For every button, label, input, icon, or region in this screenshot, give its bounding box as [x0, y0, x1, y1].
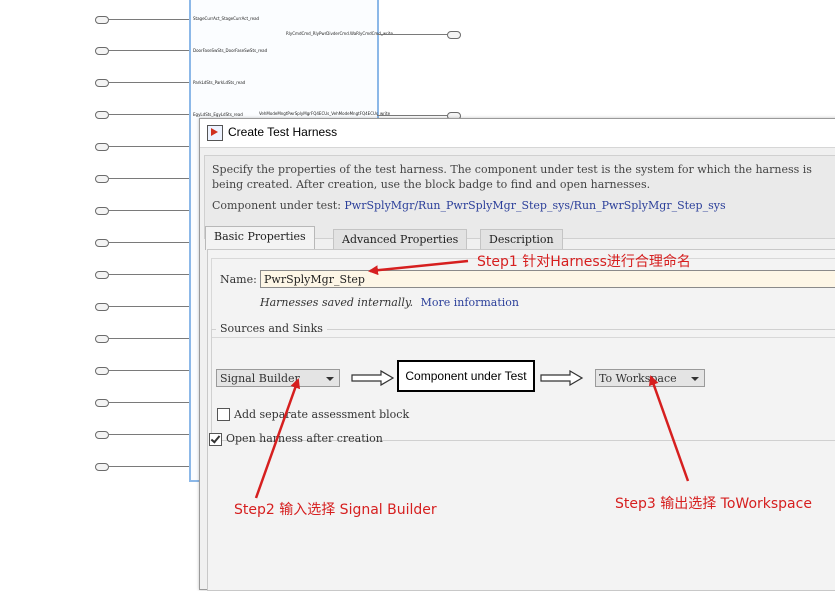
inport-block[interactable]: [95, 303, 109, 311]
signal-line: [109, 242, 191, 243]
open-after-creation-label: Open harness after creation: [226, 432, 383, 445]
signal-line: [109, 19, 191, 20]
step2-annotation: Step2 输入选择 Signal Builder: [234, 502, 437, 518]
signal-line: [109, 434, 191, 435]
dialog-title: Create Test Harness: [228, 125, 338, 139]
signal-line: [109, 210, 191, 211]
harness-name-input[interactable]: PwrSplyMgr_Step: [260, 270, 835, 288]
sources-sinks-group: Sources and Sinks Signal Builder Compone…: [211, 322, 835, 441]
inport-block[interactable]: [95, 271, 109, 279]
signal-line: [109, 402, 191, 403]
step3-annotation: Step3 输出选择 ToWorkspace: [615, 496, 812, 512]
inport-block[interactable]: [95, 207, 109, 215]
signal-line: [109, 338, 191, 339]
signal-line: [109, 82, 191, 83]
signal-line: [377, 115, 447, 116]
inport-block[interactable]: [95, 16, 109, 24]
inport-block[interactable]: [95, 367, 109, 375]
dialog-description: Specify the properties of the test harne…: [212, 163, 812, 191]
saved-internally-note: Harnesses saved internally. More informa…: [260, 296, 519, 309]
inport-block[interactable]: [95, 175, 109, 183]
signal-line: [109, 370, 191, 371]
inport-block[interactable]: [95, 463, 109, 471]
signal-line: [109, 146, 191, 147]
component-path-link[interactable]: PwrSplyMgr/Run_PwrSplyMgr_Step_sys/Run_P…: [344, 199, 725, 212]
signal-line: [109, 114, 191, 115]
inport-block[interactable]: [95, 111, 109, 119]
arrow-right-icon: [540, 370, 584, 386]
signal-line: [109, 274, 191, 275]
component-under-test-line: Component under test: PwrSplyMgr/Run_Pwr…: [212, 199, 726, 212]
step1-annotation: Step1 针对Harness进行合理命名: [477, 254, 691, 270]
inport-block[interactable]: [95, 239, 109, 247]
create-test-harness-dialog: Create Test Harness Specify the properti…: [199, 118, 835, 591]
sources-sinks-title: Sources and Sinks: [216, 322, 327, 335]
outport-block[interactable]: [447, 31, 461, 39]
tab-basic-properties[interactable]: Basic Properties: [205, 226, 315, 250]
port-label: VehModeMngtPwrSplyMgrFQ4ECUs_VehModeMngt…: [259, 111, 391, 116]
inport-block[interactable]: [95, 47, 109, 55]
inport-block[interactable]: [95, 431, 109, 439]
inport-block[interactable]: [95, 143, 109, 151]
basic-properties-panel: Name: PwrSplyMgr_Step Harnesses saved in…: [207, 249, 835, 591]
signal-line: [109, 306, 191, 307]
open-after-creation-checkbox[interactable]: [209, 433, 222, 446]
sink-select-value: To Workspace: [599, 372, 677, 385]
saved-note-text: Harnesses saved internally.: [260, 296, 414, 309]
signal-line: [109, 50, 191, 51]
name-label: Name:: [220, 273, 257, 286]
more-information-link[interactable]: More information: [421, 296, 519, 309]
sink-select[interactable]: To Workspace: [595, 369, 705, 387]
component-label: Component under test:: [212, 199, 341, 212]
tab-advanced-properties[interactable]: Advanced Properties: [333, 229, 468, 250]
port-label: DoorFaseSwSts_DoorFaseSwSts_read: [193, 48, 268, 53]
port-label: ParkLdSts_ParkLdSts_read: [193, 80, 246, 85]
inport-block[interactable]: [95, 399, 109, 407]
inport-block[interactable]: [95, 335, 109, 343]
port-label: EgyLdSts_EgyLdSts_read: [193, 112, 243, 117]
source-select-value: Signal Builder: [220, 372, 300, 385]
component-under-test-block: Component under Test: [397, 360, 535, 392]
source-select[interactable]: Signal Builder: [216, 369, 340, 387]
inport-block[interactable]: [95, 79, 109, 87]
signal-line: [377, 34, 447, 35]
signal-line: [109, 466, 191, 467]
chevron-down-icon: [691, 377, 699, 381]
harness-icon: [207, 125, 223, 141]
arrow-right-icon: [351, 370, 395, 386]
signal-line: [109, 178, 191, 179]
dialog-titlebar[interactable]: Create Test Harness: [200, 119, 835, 148]
assessment-checkbox[interactable]: [217, 408, 230, 421]
chevron-down-icon: [326, 377, 334, 381]
port-label: StageCurrAct_StageCurrAct_read: [193, 16, 260, 21]
assessment-label: Add separate assessment block: [234, 408, 410, 421]
tab-description[interactable]: Description: [480, 229, 563, 250]
